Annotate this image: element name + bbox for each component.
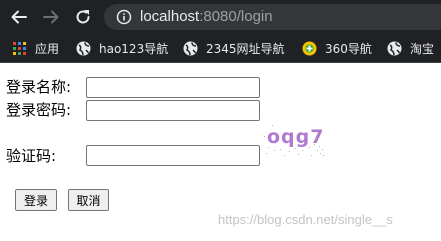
back-button[interactable] bbox=[8, 6, 30, 28]
bookmark-apps[interactable]: 应用 bbox=[12, 34, 59, 63]
url-text[interactable]: localhost:8080/login bbox=[140, 8, 273, 25]
bookmark-label: hao123导航 bbox=[99, 42, 169, 56]
forward-button[interactable] bbox=[40, 6, 62, 28]
captcha-label: 验证码: bbox=[6, 147, 57, 165]
captcha-input[interactable] bbox=[86, 145, 260, 166]
globe-icon bbox=[183, 41, 198, 56]
bookmark-label: 360导航 bbox=[325, 42, 372, 56]
apps-grid-icon bbox=[13, 42, 26, 55]
captcha-image[interactable]: oqg7 bbox=[262, 120, 328, 160]
password-label: 登录密码: bbox=[6, 101, 72, 119]
globe-icon bbox=[387, 41, 402, 56]
globe-icon bbox=[76, 41, 91, 56]
cancel-button[interactable]: 取消 bbox=[68, 189, 109, 211]
bookmark-hao123[interactable]: hao123导航 bbox=[76, 34, 168, 63]
address-bar[interactable]: localhost:8080/login bbox=[104, 4, 441, 30]
login-button[interactable]: 登录 bbox=[15, 189, 57, 211]
bookmark-taobao[interactable]: 淘宝 bbox=[387, 34, 434, 63]
360-logo-icon bbox=[302, 41, 317, 56]
login-page: 登录名称: 登录密码: 验证码: oqg7 登录 取消 https://blog… bbox=[0, 64, 441, 241]
url-path: :8080/login bbox=[199, 8, 273, 25]
bookmark-label: 应用 bbox=[35, 42, 60, 56]
bookmarks-bar: 应用 hao123导航 2345网址导航 360导航 淘宝 bbox=[0, 34, 441, 63]
bookmark-360[interactable]: 360导航 bbox=[302, 34, 372, 63]
captcha-text: oqg7 bbox=[267, 126, 324, 148]
username-label: 登录名称: bbox=[6, 78, 72, 96]
info-icon[interactable] bbox=[116, 9, 132, 25]
url-host: localhost bbox=[140, 8, 200, 25]
arrow-right-icon bbox=[43, 10, 59, 24]
browser-toolbar: localhost:8080/login bbox=[0, 0, 441, 34]
username-input[interactable] bbox=[86, 77, 260, 98]
reload-button[interactable] bbox=[72, 6, 94, 28]
watermark-text: https://blog.csdn.net/single__s bbox=[218, 212, 393, 227]
reload-icon bbox=[76, 10, 90, 24]
bookmark-2345[interactable]: 2345网址导航 bbox=[183, 34, 285, 63]
bookmark-label: 2345网址导航 bbox=[206, 42, 285, 56]
arrow-left-icon bbox=[11, 10, 27, 24]
password-input[interactable] bbox=[86, 100, 260, 121]
bookmark-label: 淘宝 bbox=[410, 42, 435, 56]
